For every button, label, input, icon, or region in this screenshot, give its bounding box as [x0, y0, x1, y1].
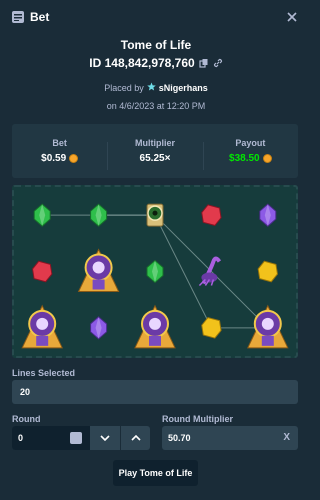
slot-symbol-red-gem [32, 260, 53, 283]
payline [98, 214, 268, 329]
slot-symbol-green-gem [33, 203, 51, 227]
slot-symbol-pharaoh [247, 304, 289, 349]
chevron-up-icon [130, 435, 141, 441]
modal-header: Bet [0, 0, 312, 34]
stat-bet: Bet $0.59 [12, 138, 107, 164]
round-multiplier-value: 50.70 [168, 433, 191, 443]
slot-symbol-pharaoh [134, 304, 176, 349]
lines-selected-label: Lines Selected [12, 368, 76, 378]
lines-selected-value: 20 [20, 387, 31, 397]
round-value: 0 [18, 433, 24, 443]
copy-icon[interactable] [199, 58, 209, 68]
slot-symbol-eye-idol [146, 203, 164, 227]
close-icon[interactable] [284, 9, 300, 25]
slot-symbol-purple-gem [259, 203, 277, 227]
modal-title: Bet [30, 10, 50, 24]
round-down-button[interactable] [90, 426, 120, 450]
round-total-icon [70, 432, 82, 444]
chevron-down-icon [100, 435, 110, 441]
slot-symbol-pharaoh [77, 248, 120, 292]
slot-symbol-green-gem [90, 203, 108, 227]
round-stepper: 0 [12, 426, 150, 450]
round-input[interactable]: 0 [12, 426, 90, 450]
bet-id: ID 148,842,978,760 [89, 56, 195, 70]
placed-by-row: Placed by sNigerhans [0, 82, 312, 93]
slot-symbol-yellow-gem [201, 317, 222, 339]
slot-symbol-pharaoh [21, 304, 63, 349]
round-multiplier-field: 50.70 X [162, 426, 298, 450]
slot-symbol-purple-gem [90, 316, 108, 340]
coin-icon [69, 154, 79, 163]
play-game-button[interactable]: Play Tome of Life [113, 460, 198, 486]
slot-symbol-red-gem [201, 204, 222, 226]
round-multiplier-label: Round Multiplier [162, 414, 233, 424]
round-multiplier-clear[interactable]: X [283, 432, 290, 443]
stat-multiplier-label: Multiplier [134, 138, 175, 148]
slot-grid [21, 203, 289, 349]
stat-payout-label: Payout [235, 138, 266, 148]
stat-multiplier-value: 65.25× [139, 153, 171, 164]
bet-id-row: ID 148,842,978,760 [0, 56, 312, 70]
bet-stats-panel: Bet $0.59 Multiplier 65.25× Payout $38.5… [12, 124, 298, 178]
round-up-button[interactable] [120, 426, 150, 450]
stat-bet-value: $0.59 [41, 153, 67, 164]
slot-symbol-green-gem [146, 259, 164, 284]
link-icon[interactable] [213, 58, 223, 68]
vip-star-icon [147, 82, 156, 93]
placed-date: on 4/6/2023 at 12:20 PM [106, 101, 206, 111]
stat-payout-value: $38.50 [229, 153, 260, 164]
placed-by-user[interactable]: sNigerhans [159, 83, 208, 93]
round-label: Round [12, 414, 41, 424]
placed-by-prefix: Placed by [104, 82, 144, 93]
coin-icon [262, 154, 272, 163]
slot-board [12, 185, 298, 358]
slot-symbol-yellow-gem [257, 260, 278, 283]
lines-selected-field: 20 [12, 380, 298, 404]
game-title[interactable]: Tome of Life [0, 38, 312, 52]
stat-payout: Payout $38.50 [202, 138, 298, 170]
stat-bet-label: Bet [52, 138, 67, 148]
stat-multiplier: Multiplier 65.25× [107, 138, 202, 170]
bet-ticket-icon [12, 11, 24, 23]
